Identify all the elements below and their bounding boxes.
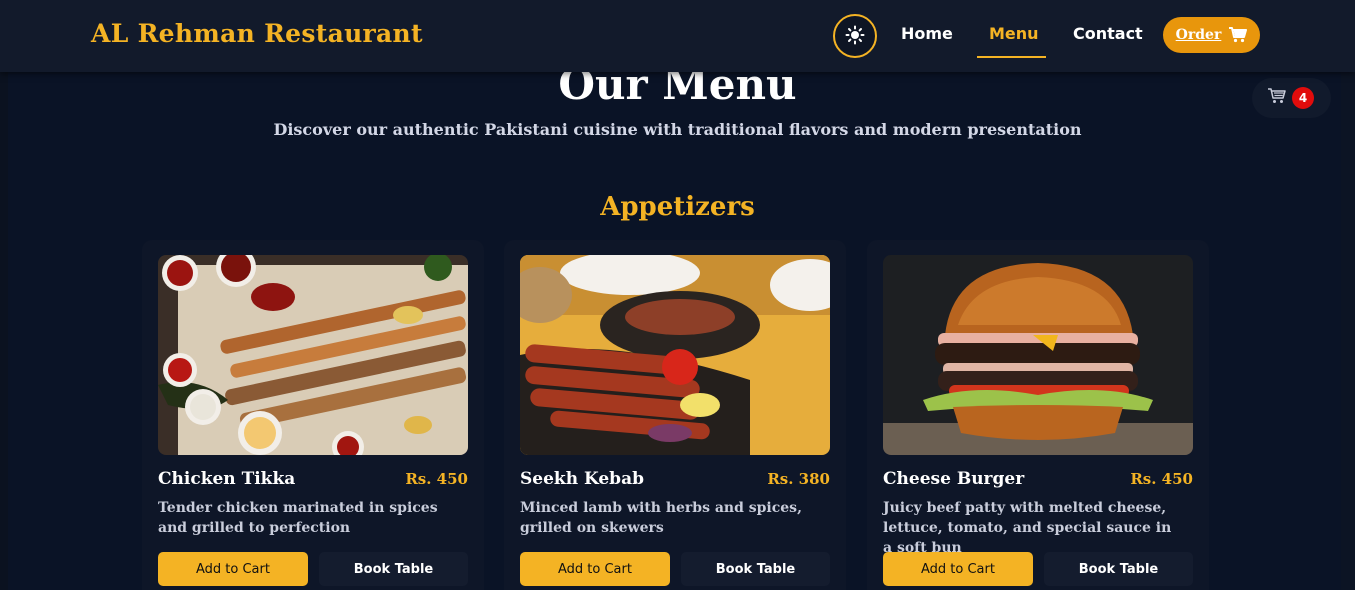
item-description: Tender chicken marinated in spices and g… — [158, 500, 438, 536]
active-nav-underline — [977, 56, 1046, 58]
nav-link-menu[interactable]: Menu — [989, 24, 1039, 43]
item-description: Juicy beef patty with melted cheese, let… — [883, 500, 1172, 556]
chicken-tikka-image — [158, 255, 468, 455]
item-price: Rs. 450 — [405, 470, 468, 488]
book-table-button[interactable]: Book Table — [681, 552, 830, 586]
menu-card: Chicken Tikka Rs. 450 Tender chicken mar… — [142, 240, 484, 590]
menu-card: Cheese Burger Rs. 450 Juicy beef patty w… — [867, 240, 1209, 590]
book-table-button[interactable]: Book Table — [1044, 552, 1193, 586]
cart-icon — [1229, 27, 1248, 43]
sun-icon — [845, 25, 865, 48]
menu-card: Seekh Kebab Rs. 380 Minced lamb with her… — [504, 240, 846, 590]
brand-logo[interactable]: AL Rehman Restaurant — [91, 19, 423, 48]
add-to-cart-button[interactable]: Add to Cart — [158, 552, 308, 586]
cheese-burger-image — [883, 255, 1193, 455]
item-price: Rs. 450 — [1130, 470, 1193, 488]
item-name: Chicken Tikka — [158, 469, 296, 489]
page-subtitle: Discover our authentic Pakistani cuisine… — [273, 120, 1082, 139]
theme-toggle-button[interactable] — [833, 14, 877, 58]
item-name: Cheese Burger — [883, 469, 1025, 489]
order-button[interactable]: Order — [1163, 17, 1260, 53]
item-price: Rs. 380 — [767, 470, 830, 488]
navbar: AL Rehman Restaurant Home Menu Contact O… — [0, 0, 1355, 72]
add-to-cart-button[interactable]: Add to Cart — [883, 552, 1033, 586]
order-button-label: Order — [1175, 27, 1222, 43]
item-name: Seekh Kebab — [520, 469, 644, 489]
seekh-kebab-image — [520, 255, 830, 455]
item-description: Minced lamb with herbs and spices, grill… — [520, 500, 802, 536]
add-to-cart-button[interactable]: Add to Cart — [520, 552, 670, 586]
nav-link-contact[interactable]: Contact — [1073, 24, 1143, 43]
nav-link-home[interactable]: Home — [901, 24, 953, 43]
book-table-button[interactable]: Book Table — [319, 552, 468, 586]
section-title: Appetizers — [600, 192, 755, 222]
